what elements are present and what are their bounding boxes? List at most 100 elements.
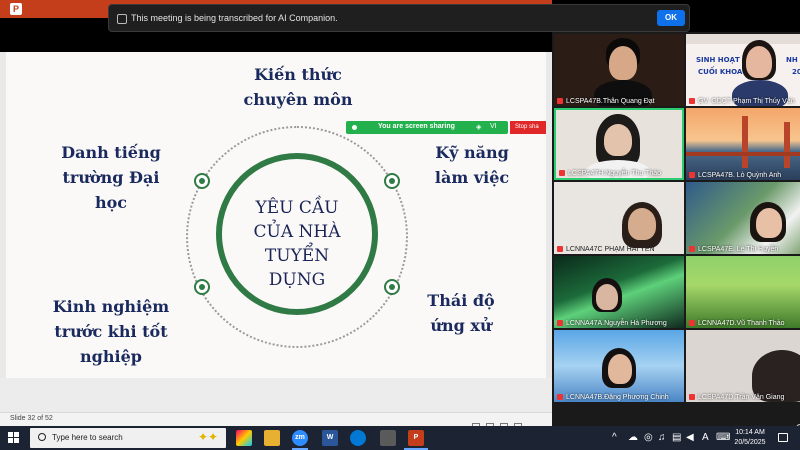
language-indicator[interactable]: VI xyxy=(490,123,497,130)
node-dot-top-right xyxy=(384,173,400,189)
participant-video xyxy=(609,46,637,80)
label-danh-tieng: Danh tiếng trường Đại học xyxy=(46,140,176,215)
participant-video xyxy=(756,208,782,238)
file-explorer-icon[interactable] xyxy=(264,430,280,446)
mic-muted-icon xyxy=(689,246,695,252)
mic-muted-icon xyxy=(557,98,563,104)
screen-sharing-bar[interactable]: You are screen sharing ◈ VI xyxy=(346,121,508,134)
mic-muted-icon xyxy=(689,394,695,400)
participant-tile[interactable]: LCSPA47H.Nguyễn Thu Thảo xyxy=(554,108,684,180)
mic-muted-icon xyxy=(689,98,695,104)
powerpoint-window: P YÊU CẦU CỦA NHÀ TUYỂN DỤNG Kiến thức c… xyxy=(0,0,552,429)
participant-tile[interactable]: LCNNA47D.Vũ Thanh Thảo xyxy=(686,256,800,328)
label-line: trường Đại xyxy=(62,168,160,187)
participant-tile[interactable]: LCNNA47C PHẠM HẢI YẾN xyxy=(554,182,684,254)
label-ky-nang: Kỹ năng làm việc xyxy=(412,140,532,190)
keyboard-icon[interactable]: ⌨ xyxy=(716,432,730,443)
center-line: CỦA NHÀ xyxy=(253,222,341,242)
participant-tile[interactable]: LCSPA47E. Lê Thị Huyền xyxy=(686,182,800,254)
label-line: Danh tiếng xyxy=(61,143,161,162)
word-icon[interactable]: W xyxy=(322,430,338,446)
search-placeholder: Type here to search xyxy=(52,433,123,442)
participant-tile[interactable]: LCSPA47B. Lò Quỳnh Anh xyxy=(686,108,800,180)
participant-name: LCNNA47A.Nguyễn Hà Phương xyxy=(566,320,667,327)
bridge-tower xyxy=(742,116,748,168)
transcription-notification: This meeting is being transcribed for AI… xyxy=(108,4,690,32)
language-indicator[interactable]: A xyxy=(702,432,709,443)
taskbar-clock[interactable]: 10:14 AM 20/5/2025 xyxy=(730,428,770,448)
participant-video xyxy=(746,46,772,78)
sharing-indicator-icon xyxy=(352,125,357,130)
windows-start-icon[interactable] xyxy=(8,432,20,444)
bridge-deck xyxy=(686,152,800,156)
taskbar-search[interactable]: Type here to search ✦✦ xyxy=(30,428,226,448)
center-title: YÊU CẦU CỦA NHÀ TUYỂN DỤNG xyxy=(226,196,368,292)
clock-time: 10:14 AM xyxy=(735,429,765,436)
stop-share-button[interactable]: Stop sha xyxy=(510,121,546,134)
mic-muted-icon xyxy=(689,172,695,178)
participant-name: LCSPA47B. Lò Quỳnh Anh xyxy=(698,172,782,179)
participant-tile[interactable]: LCNNA47A.Nguyễn Hà Phương xyxy=(554,256,684,328)
label-thai-do: Thái độ ứng xử xyxy=(406,288,516,338)
mic-tray-icon[interactable]: ♫ xyxy=(658,432,666,443)
bridge-tower xyxy=(784,122,790,168)
mic-muted-icon xyxy=(557,320,563,326)
volume-icon[interactable]: ◀ xyxy=(686,432,694,443)
participant-name: LCNNA47B.Đặng Phương Chinh xyxy=(566,394,669,401)
banner-text: NH VIÊ xyxy=(786,56,800,64)
powerpoint-statusbar: Slide 32 of 52 xyxy=(0,412,552,429)
banner-strip xyxy=(686,34,800,44)
participant-video xyxy=(604,124,632,156)
participant-name: LCSPA47D.Trần Văn Giang xyxy=(698,394,785,401)
copilot-icon[interactable] xyxy=(236,430,252,446)
participant-name: LCSPA47H.Nguyễn Thu Thảo xyxy=(568,170,662,177)
clock-date: 20/5/2025 xyxy=(734,439,766,446)
zoom-icon[interactable]: zm xyxy=(292,430,308,446)
node-dot-bottom-right xyxy=(384,279,400,295)
onedrive-icon[interactable]: ☁ xyxy=(628,432,638,443)
view-buttons[interactable] xyxy=(466,416,546,429)
participant-tile[interactable]: LCSPA47D.Trần Văn Giang xyxy=(686,330,800,402)
participant-name: LCSPA47B.Thân Quang Đạt xyxy=(566,98,655,105)
mic-muted-icon xyxy=(689,320,695,326)
label-line: chuyên môn xyxy=(243,90,353,109)
node-dot-bottom-left xyxy=(194,279,210,295)
label-kinh-nghiem: Kinh nghiệm trước khi tốt nghiệp xyxy=(36,294,186,369)
ok-button[interactable]: OK xyxy=(657,10,685,26)
participant-name: GV. GDCT Phạm Thị Thúy Vân xyxy=(698,98,795,105)
sparkle-icon: ✦✦ xyxy=(198,430,219,444)
video-gallery: LCSPA47B.Thân Quang Đạt SINH HOẠT CÔ NH … xyxy=(552,32,800,436)
mic-muted-icon xyxy=(557,246,563,252)
participant-tile[interactable]: LCSPA47B.Thân Quang Đạt xyxy=(554,34,684,106)
taskbar: Type here to search ✦✦ zm W P ^ ☁ ◎ ♫ ▤ … xyxy=(0,426,800,450)
center-line: DỤNG xyxy=(268,270,326,290)
shield-icon[interactable]: ◈ xyxy=(476,123,481,131)
label-line: Kinh nghiệm xyxy=(52,297,170,316)
label-line: Kỹ năng xyxy=(435,143,509,162)
powerpoint-taskbar-icon[interactable]: P xyxy=(408,430,424,446)
participant-video xyxy=(628,208,656,240)
participant-video xyxy=(596,284,618,310)
mic-muted-icon xyxy=(559,170,565,176)
slide-counter: Slide 32 of 52 xyxy=(10,415,53,422)
participant-video xyxy=(608,354,632,384)
zoom-tray-icon[interactable]: ◎ xyxy=(644,432,653,443)
label-line: nghiệp xyxy=(80,347,142,366)
label-line: trước khi tốt xyxy=(54,322,168,341)
participant-tile[interactable]: SINH HOẠT CÔ NH VIÊ CUỐI KHOA H 202 GV. … xyxy=(686,34,800,106)
notification-icon[interactable] xyxy=(778,433,788,442)
label-line: học xyxy=(94,193,128,212)
powerpoint-app-icon[interactable]: P xyxy=(10,3,22,15)
label-line: làm việc xyxy=(434,168,510,187)
participant-name: LCNNA47C PHẠM HẢI YẾN xyxy=(566,246,655,253)
chevron-up-icon[interactable]: ^ xyxy=(612,432,617,443)
edge-icon[interactable] xyxy=(350,430,366,446)
network-icon[interactable]: ▤ xyxy=(672,432,681,443)
presentation-slide: YÊU CẦU CỦA NHÀ TUYỂN DỤNG Kiến thức chu… xyxy=(6,52,546,378)
search-icon xyxy=(38,433,46,441)
participant-tile[interactable]: LCNNA47B.Đặng Phương Chinh xyxy=(554,330,684,402)
store-icon[interactable] xyxy=(380,430,396,446)
banner-text: 202 xyxy=(792,68,800,76)
participant-name: LCNNA47D.Vũ Thanh Thảo xyxy=(698,320,785,327)
node-dot-top-left xyxy=(194,173,210,189)
